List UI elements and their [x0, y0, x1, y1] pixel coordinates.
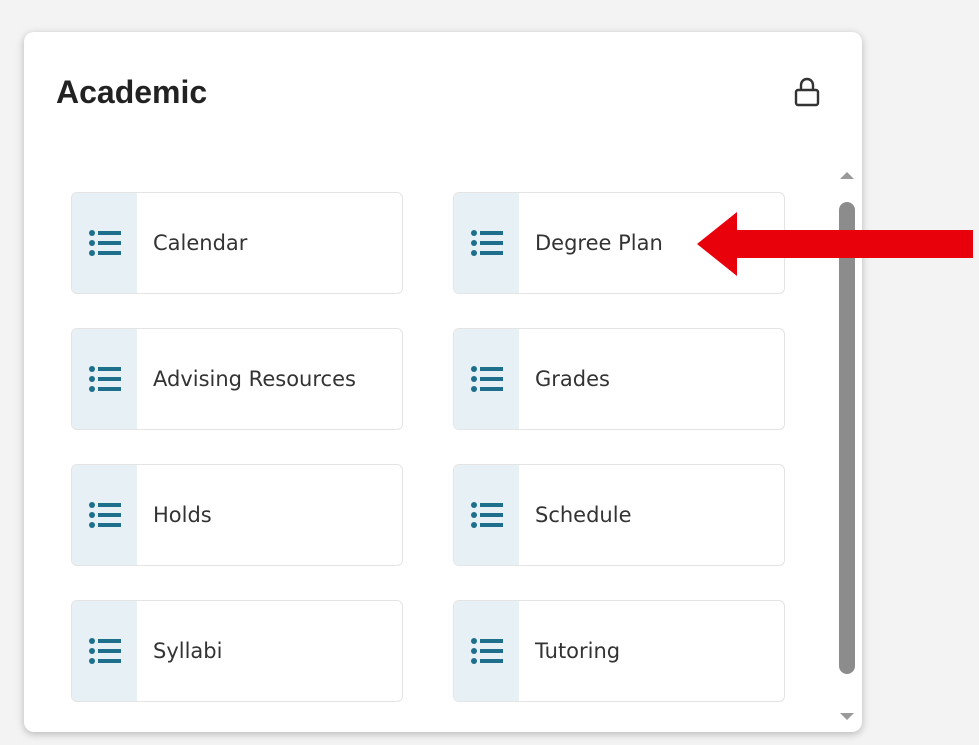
- list-icon: [454, 465, 519, 565]
- tile-grades[interactable]: Grades: [453, 328, 785, 430]
- lock-icon[interactable]: [792, 76, 822, 108]
- tile-label: Holds: [153, 503, 212, 527]
- tile-label: Schedule: [535, 503, 632, 527]
- scroll-down-arrow-icon[interactable]: [840, 713, 854, 720]
- list-icon: [454, 329, 519, 429]
- panel-title: Academic: [56, 74, 208, 110]
- list-icon: [72, 193, 137, 293]
- tile-advising-resources[interactable]: Advising Resources: [71, 328, 403, 430]
- tile-calendar[interactable]: Calendar: [71, 192, 403, 294]
- tile-label: Advising Resources: [153, 367, 356, 391]
- red-arrow-icon: [697, 212, 973, 276]
- list-icon: [454, 601, 519, 701]
- tile-label: Tutoring: [535, 639, 621, 663]
- scroll-up-arrow-icon[interactable]: [840, 172, 854, 179]
- list-icon: [72, 601, 137, 701]
- tile-label: Syllabi: [153, 639, 223, 663]
- tile-schedule[interactable]: Schedule: [453, 464, 785, 566]
- list-icon: [72, 329, 137, 429]
- tile-holds[interactable]: Holds: [71, 464, 403, 566]
- tile-syllabi[interactable]: Syllabi: [71, 600, 403, 702]
- academic-panel: Academic Calendar Degree Plan Advising R…: [24, 32, 862, 732]
- list-icon: [454, 193, 519, 293]
- tile-label: Degree Plan: [535, 231, 663, 255]
- list-icon: [72, 465, 137, 565]
- tile-label: Grades: [535, 367, 610, 391]
- tile-label: Calendar: [153, 231, 248, 255]
- tile-tutoring[interactable]: Tutoring: [453, 600, 785, 702]
